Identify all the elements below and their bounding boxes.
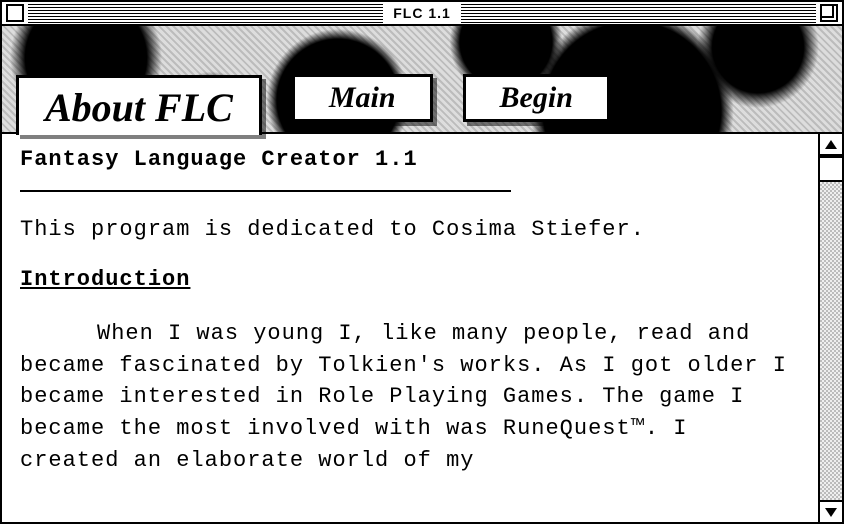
about-title: Fantasy Language Creator 1.1	[20, 144, 800, 176]
tab-background: About FLC Main Begin	[2, 26, 842, 134]
vertical-scrollbar[interactable]	[818, 134, 842, 522]
scroll-track[interactable]	[820, 156, 842, 500]
chevron-up-icon	[825, 140, 837, 149]
section-heading-introduction: Introduction	[20, 264, 800, 296]
tab-begin[interactable]: Begin	[463, 74, 610, 122]
dedication-text: This program is dedicated to Cosima Stie…	[20, 214, 800, 246]
app-window: FLC 1.1 About FLC Main Begin Fantasy Lan…	[0, 0, 844, 524]
zoom-box[interactable]	[820, 4, 838, 22]
titlebar: FLC 1.1	[2, 2, 842, 26]
tab-row: About FLC Main Begin	[8, 74, 836, 132]
divider	[20, 190, 511, 192]
chevron-down-icon	[825, 508, 837, 517]
content-area: Fantasy Language Creator 1.1 This progra…	[2, 134, 842, 522]
titlebar-stripes	[461, 2, 816, 24]
scroll-down-button[interactable]	[820, 500, 842, 522]
titlebar-stripes	[28, 2, 383, 24]
window-title: FLC 1.1	[383, 5, 461, 21]
scroll-thumb[interactable]	[820, 156, 842, 182]
introduction-body: When I was young I, like many people, re…	[20, 318, 800, 477]
close-box[interactable]	[6, 4, 24, 22]
about-text-pane: Fantasy Language Creator 1.1 This progra…	[2, 134, 818, 522]
tab-main[interactable]: Main	[292, 74, 433, 122]
tab-about-flc[interactable]: About FLC	[16, 75, 262, 135]
scroll-up-button[interactable]	[820, 134, 842, 156]
